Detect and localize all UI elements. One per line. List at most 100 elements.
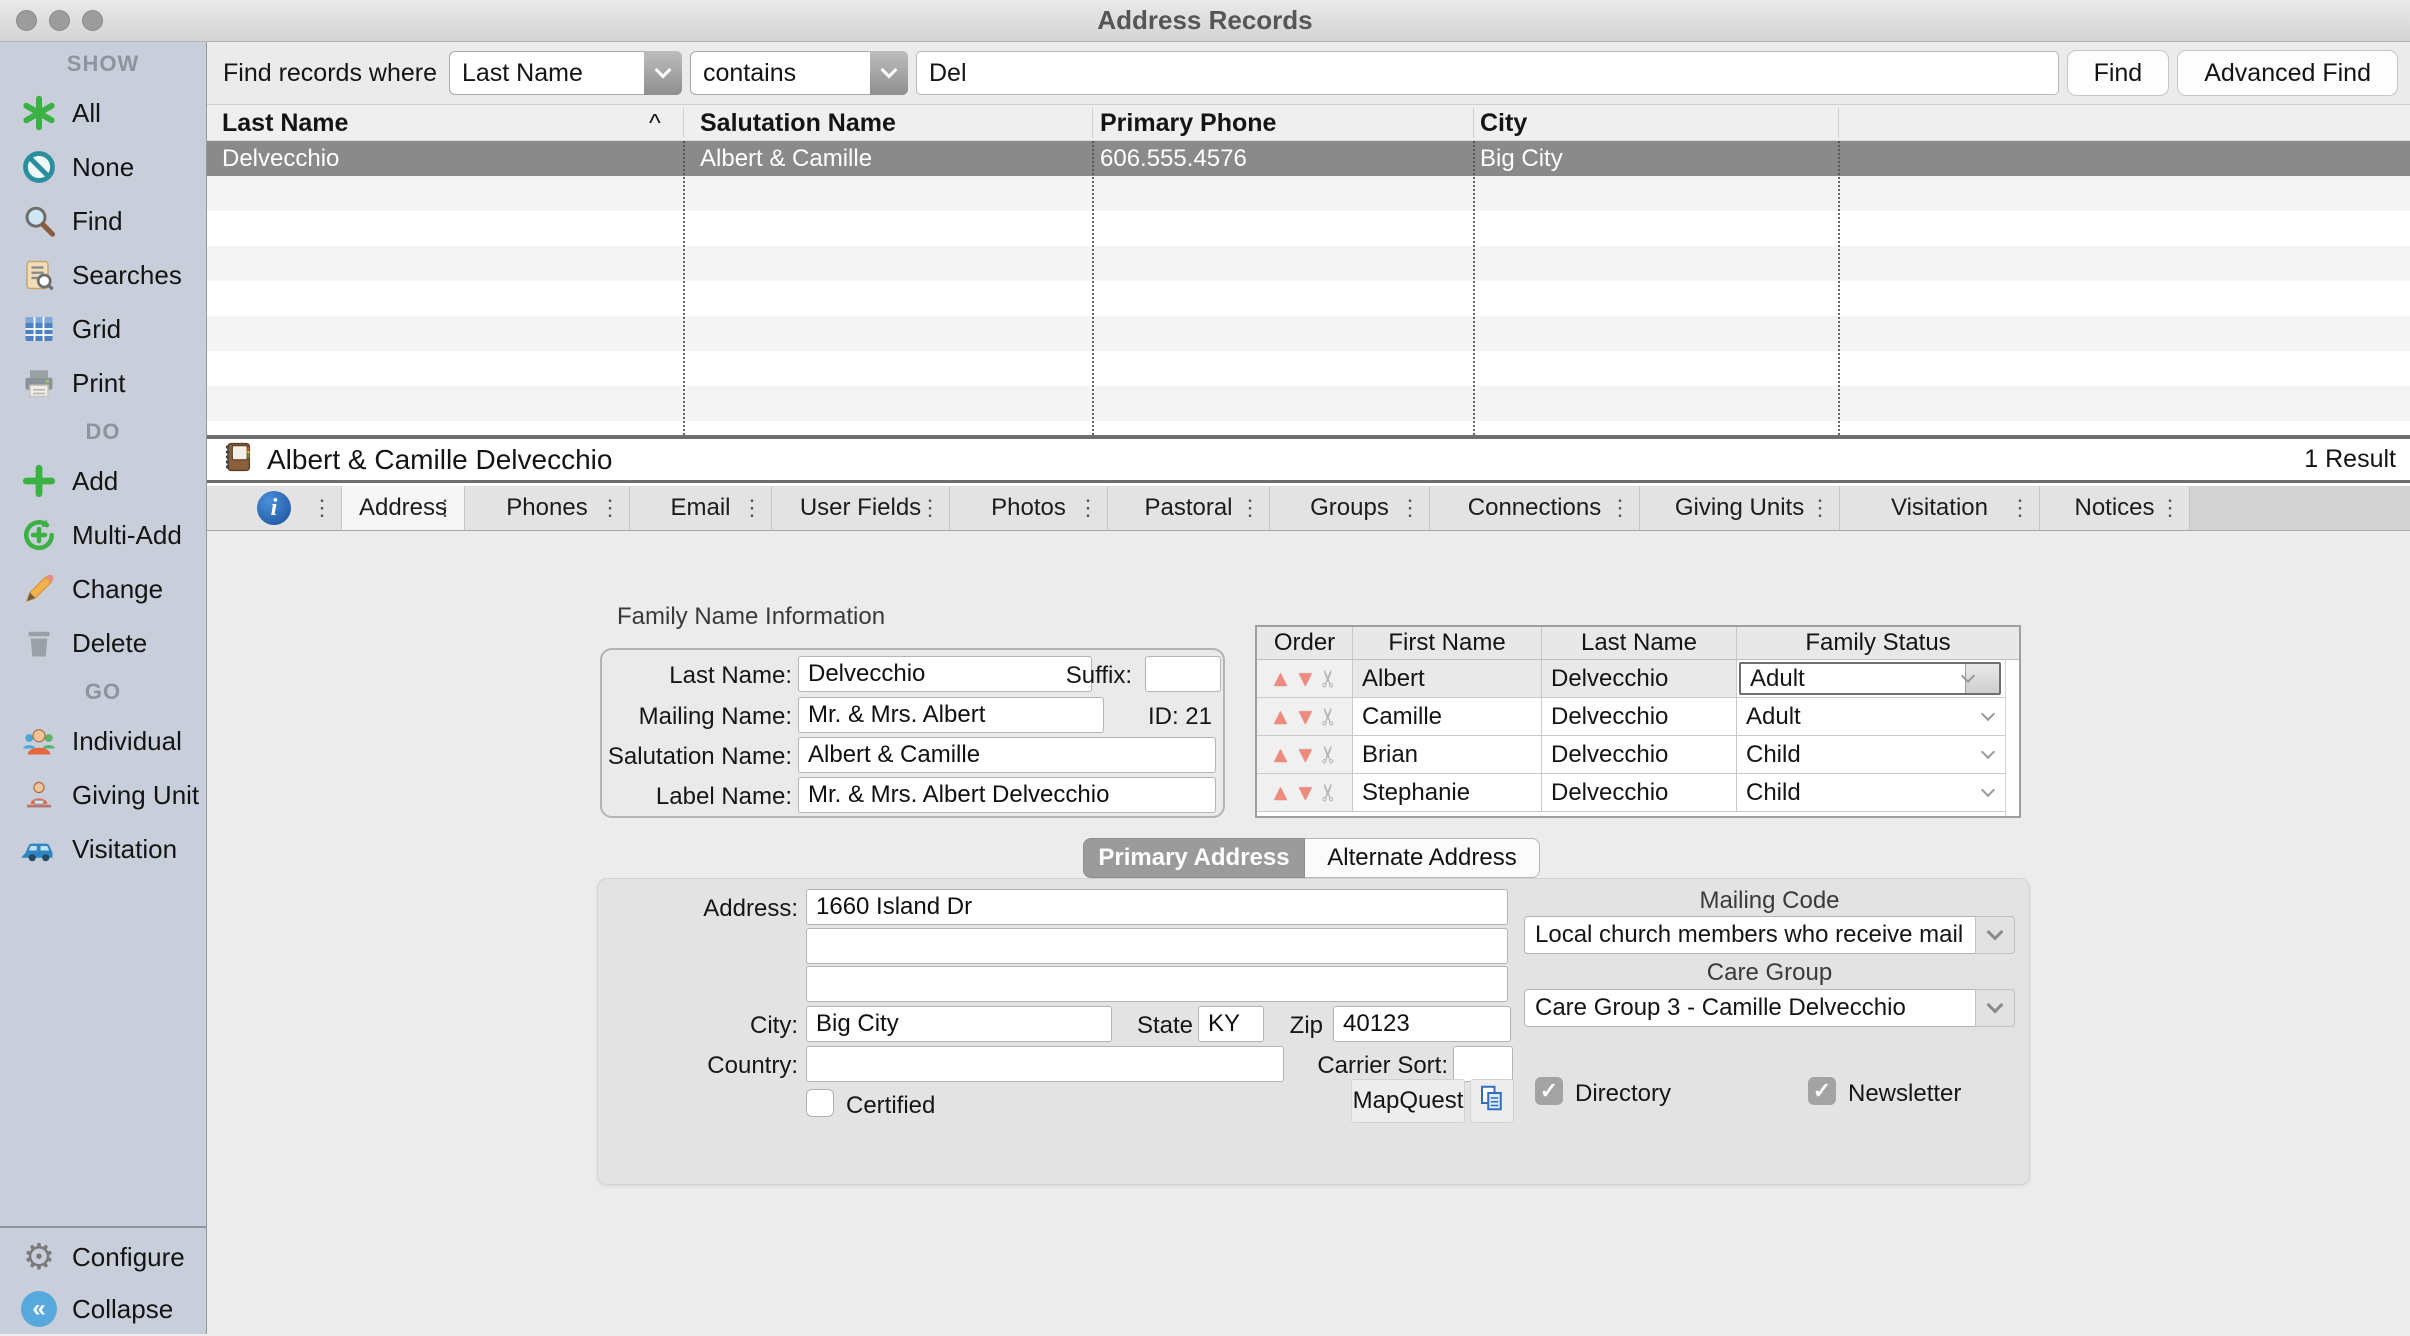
sidebar-item-add[interactable]: Add: [0, 454, 206, 508]
copy-address-button[interactable]: [1470, 1079, 1514, 1123]
cut-icon[interactable]: ✂: [1315, 744, 1344, 764]
tab-alternate-address[interactable]: Alternate Address: [1305, 838, 1540, 878]
tab-connections[interactable]: Connections⋮: [1430, 486, 1640, 530]
tab-options-icon[interactable]: ⋮: [311, 495, 333, 521]
move-up-icon[interactable]: ▲: [1270, 782, 1292, 804]
tab-notices[interactable]: Notices⋮: [2040, 486, 2190, 530]
address-line1-field[interactable]: 1660 Island Dr: [806, 889, 1508, 925]
sidebar-item-visitation[interactable]: Visitation: [0, 822, 206, 876]
tab-groups[interactable]: Groups⋮: [1270, 486, 1430, 530]
column-salutation[interactable]: Salutation Name: [700, 109, 896, 138]
member-last-name[interactable]: Delvecchio: [1542, 736, 1737, 773]
window-zoom-button[interactable]: [82, 10, 103, 31]
move-down-icon[interactable]: ▼: [1294, 744, 1316, 766]
sidebar-item-find[interactable]: Find: [0, 194, 206, 248]
member-last-name[interactable]: Delvecchio: [1542, 660, 1737, 697]
member-first-name[interactable]: Albert: [1353, 660, 1542, 697]
member-first-name[interactable]: Stephanie: [1353, 774, 1542, 811]
tab-options-icon[interactable]: ⋮: [741, 495, 763, 521]
column-city[interactable]: City: [1480, 109, 1527, 138]
advanced-find-button[interactable]: Advanced Find: [2177, 50, 2398, 96]
move-down-icon[interactable]: ▼: [1294, 782, 1316, 804]
member-first-name[interactable]: Brian: [1353, 736, 1542, 773]
tab-options-icon[interactable]: ⋮: [1239, 495, 1261, 521]
sidebar-item-print[interactable]: Print: [0, 356, 206, 410]
care-group-dropdown[interactable]: Care Group 3 - Camille Delvecchio: [1524, 989, 2015, 1027]
move-down-icon[interactable]: ▼: [1294, 668, 1316, 690]
sidebar-item-individual[interactable]: Individual: [0, 714, 206, 768]
operator-dropdown[interactable]: contains: [690, 51, 908, 95]
window-close-button[interactable]: [16, 10, 37, 31]
sidebar-item-none[interactable]: None: [0, 140, 206, 194]
member-status-dropdown[interactable]: Child: [1737, 774, 2019, 811]
member-last-name[interactable]: Delvecchio: [1542, 774, 1737, 811]
cut-icon[interactable]: ✂: [1315, 668, 1344, 688]
carrier-sort-field[interactable]: [1453, 1046, 1513, 1082]
search-input[interactable]: Del: [916, 51, 2059, 95]
window-minimize-button[interactable]: [49, 10, 70, 31]
move-up-icon[interactable]: ▲: [1270, 744, 1292, 766]
member-status-dropdown[interactable]: Child: [1737, 736, 2019, 773]
tab-address[interactable]: Address⋮: [342, 486, 465, 530]
result-row-selected[interactable]: Delvecchio Albert & Camille 606.555.4576…: [207, 141, 2410, 176]
move-down-icon[interactable]: ▼: [1294, 706, 1316, 728]
directory-checkbox[interactable]: ✓: [1535, 1077, 1563, 1105]
move-up-icon[interactable]: ▲: [1270, 668, 1292, 690]
tab-visitation[interactable]: Visitation⋮: [1840, 486, 2040, 530]
column-last-name[interactable]: Last Name: [222, 109, 348, 138]
tab-options-icon[interactable]: ⋮: [434, 495, 456, 521]
tab-info[interactable]: i ⋮: [207, 486, 342, 530]
field-dropdown[interactable]: Last Name: [449, 51, 682, 95]
tab-phones[interactable]: Phones⋮: [465, 486, 630, 530]
tab-giving-units[interactable]: Giving Units⋮: [1640, 486, 1840, 530]
member-last-name[interactable]: Delvecchio: [1542, 698, 1737, 735]
tab-options-icon[interactable]: ⋮: [1609, 495, 1631, 521]
tab-options-icon[interactable]: ⋮: [1809, 495, 1831, 521]
sidebar-item-multi-add[interactable]: Multi-Add: [0, 508, 206, 562]
sidebar-item-change[interactable]: Change: [0, 562, 206, 616]
zip-field[interactable]: 40123: [1333, 1006, 1511, 1042]
member-status-dropdown[interactable]: Adult: [1737, 660, 2019, 697]
column-phone[interactable]: Primary Phone: [1100, 109, 1276, 138]
sidebar-item-all[interactable]: All: [0, 86, 206, 140]
members-scrollbar[interactable]: [2005, 660, 2019, 816]
chevron-down-icon[interactable]: [1965, 664, 1999, 693]
tab-pastoral[interactable]: Pastoral⋮: [1108, 486, 1270, 530]
find-button[interactable]: Find: [2067, 50, 2170, 96]
tab-user-fields[interactable]: User Fields⋮: [772, 486, 950, 530]
salutation-field[interactable]: Albert & Camille: [798, 737, 1216, 773]
tab-options-icon[interactable]: ⋮: [599, 495, 621, 521]
tab-options-icon[interactable]: ⋮: [1077, 495, 1099, 521]
address-line3-field[interactable]: [806, 966, 1508, 1002]
results-list[interactable]: [207, 176, 2410, 435]
sidebar-item-searches[interactable]: Searches: [0, 248, 206, 302]
label-name-field[interactable]: Mr. & Mrs. Albert Delvecchio: [798, 777, 1216, 813]
certified-checkbox[interactable]: [806, 1089, 834, 1117]
mailing-name-field[interactable]: Mr. & Mrs. Albert: [798, 697, 1104, 733]
address-line2-field[interactable]: [806, 928, 1508, 964]
cut-icon[interactable]: ✂: [1315, 782, 1344, 802]
results-header[interactable]: Last Name ^ Salutation Name Primary Phon…: [207, 105, 2410, 141]
state-field[interactable]: KY: [1198, 1006, 1264, 1042]
tab-primary-address[interactable]: Primary Address: [1083, 838, 1305, 878]
tab-options-icon[interactable]: ⋮: [1399, 495, 1421, 521]
tab-options-icon[interactable]: ⋮: [919, 495, 941, 521]
tab-photos[interactable]: Photos⋮: [950, 486, 1108, 530]
move-up-icon[interactable]: ▲: [1270, 706, 1292, 728]
tab-email[interactable]: Email⋮: [630, 486, 772, 530]
mailing-code-dropdown[interactable]: Local church members who receive mail: [1524, 916, 2015, 954]
sidebar-item-giving-unit[interactable]: Giving Unit: [0, 768, 206, 822]
newsletter-checkbox[interactable]: ✓: [1808, 1077, 1836, 1105]
member-first-name[interactable]: Camille: [1353, 698, 1542, 735]
tab-options-icon[interactable]: ⋮: [2159, 495, 2181, 521]
city-field[interactable]: Big City: [806, 1006, 1112, 1042]
member-status-dropdown[interactable]: Adult: [1737, 698, 2019, 735]
sidebar-item-configure[interactable]: ⚙ Configure: [0, 1232, 206, 1282]
tab-options-icon[interactable]: ⋮: [2009, 495, 2031, 521]
mapquest-button[interactable]: MapQuest: [1351, 1079, 1465, 1123]
sidebar-item-delete[interactable]: Delete: [0, 616, 206, 670]
cut-icon[interactable]: ✂: [1315, 706, 1344, 726]
suffix-field[interactable]: [1145, 656, 1221, 692]
sidebar-item-grid[interactable]: Grid: [0, 302, 206, 356]
sidebar-item-collapse[interactable]: « Collapse: [0, 1282, 206, 1336]
